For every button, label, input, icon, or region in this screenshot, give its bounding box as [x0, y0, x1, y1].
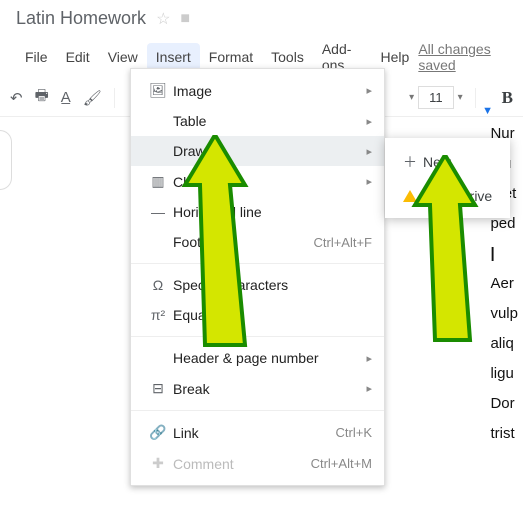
menu-comment: ✚ Comment Ctrl+Alt+M — [131, 448, 384, 479]
comment-icon: ✚ — [143, 455, 173, 472]
paint-format-icon[interactable]: 🖌 — [83, 89, 102, 107]
image-icon: 🖼 — [143, 82, 173, 99]
chart-icon: ▥ — [143, 173, 173, 190]
menu-edit[interactable]: Edit — [57, 43, 99, 71]
link-icon: 🔗 — [143, 424, 173, 441]
menu-image[interactable]: 🖼 Image ▸ — [131, 75, 384, 106]
chevron-right-icon: ▸ — [366, 115, 372, 128]
menu-label: Comment — [173, 456, 311, 472]
doc-word: Dor — [490, 395, 518, 412]
menu-help[interactable]: Help — [372, 43, 419, 71]
undo-icon[interactable]: ↶ — [10, 89, 23, 107]
menu-link[interactable]: 🔗 Link Ctrl+K — [131, 417, 384, 448]
annotation-arrow-2 — [410, 155, 500, 350]
menu-file[interactable]: File — [16, 43, 57, 71]
font-size-control[interactable]: ▾ 11 ▾ — [409, 86, 463, 109]
print-icon[interactable]: 🖶 — [35, 85, 49, 110]
menu-insert[interactable]: Insert — [147, 43, 200, 71]
break-icon: ⊟ — [143, 380, 173, 397]
ruler-marker-icon[interactable]: ▼ — [482, 105, 493, 117]
doc-title[interactable]: Latin Homework — [16, 8, 146, 29]
folder-icon[interactable]: ■ — [180, 10, 190, 28]
chevron-right-icon: ▸ — [366, 84, 372, 97]
equation-icon: π² — [143, 307, 173, 323]
chevron-right-icon: ▸ — [366, 382, 372, 395]
menu-label: Table — [173, 113, 366, 129]
font-size-value[interactable]: 11 — [418, 86, 454, 109]
chevron-right-icon: ▸ — [366, 352, 372, 365]
doc-word: ligu — [490, 365, 518, 382]
ruler: ▼ — [463, 105, 523, 115]
chevron-right-icon: ▸ — [366, 175, 372, 188]
menu-view[interactable]: View — [99, 43, 147, 71]
doc-word: trist — [490, 425, 518, 442]
menu-shortcut: Ctrl+Alt+F — [313, 235, 372, 250]
menu-label: Image — [173, 83, 366, 99]
menu-label: Link — [173, 425, 336, 441]
menu-label: Break — [173, 381, 366, 397]
chevron-down-icon[interactable]: ▾ — [409, 92, 414, 103]
menu-table[interactable]: Table ▸ — [131, 106, 384, 136]
doc-page-edge — [0, 130, 12, 190]
spellcheck-icon[interactable]: A̲ — [61, 89, 71, 106]
star-icon[interactable]: ☆ — [156, 9, 170, 29]
menu-tools[interactable]: Tools — [262, 43, 313, 71]
chevron-down-icon[interactable]: ▾ — [458, 92, 463, 103]
menu-break[interactable]: ⊟ Break ▸ — [131, 373, 384, 404]
title-row: Latin Homework ☆ ■ — [16, 8, 507, 29]
annotation-arrow-1 — [175, 135, 275, 360]
hline-icon: — — [143, 204, 173, 220]
omega-icon: Ω — [143, 277, 173, 293]
menu-format[interactable]: Format — [200, 43, 262, 71]
menu-shortcut: Ctrl+Alt+M — [311, 456, 372, 471]
changes-saved-link[interactable]: All changes saved — [418, 41, 507, 73]
chevron-right-icon: ▸ — [366, 145, 372, 158]
menu-divider — [131, 410, 384, 411]
menu-shortcut: Ctrl+K — [336, 425, 372, 440]
